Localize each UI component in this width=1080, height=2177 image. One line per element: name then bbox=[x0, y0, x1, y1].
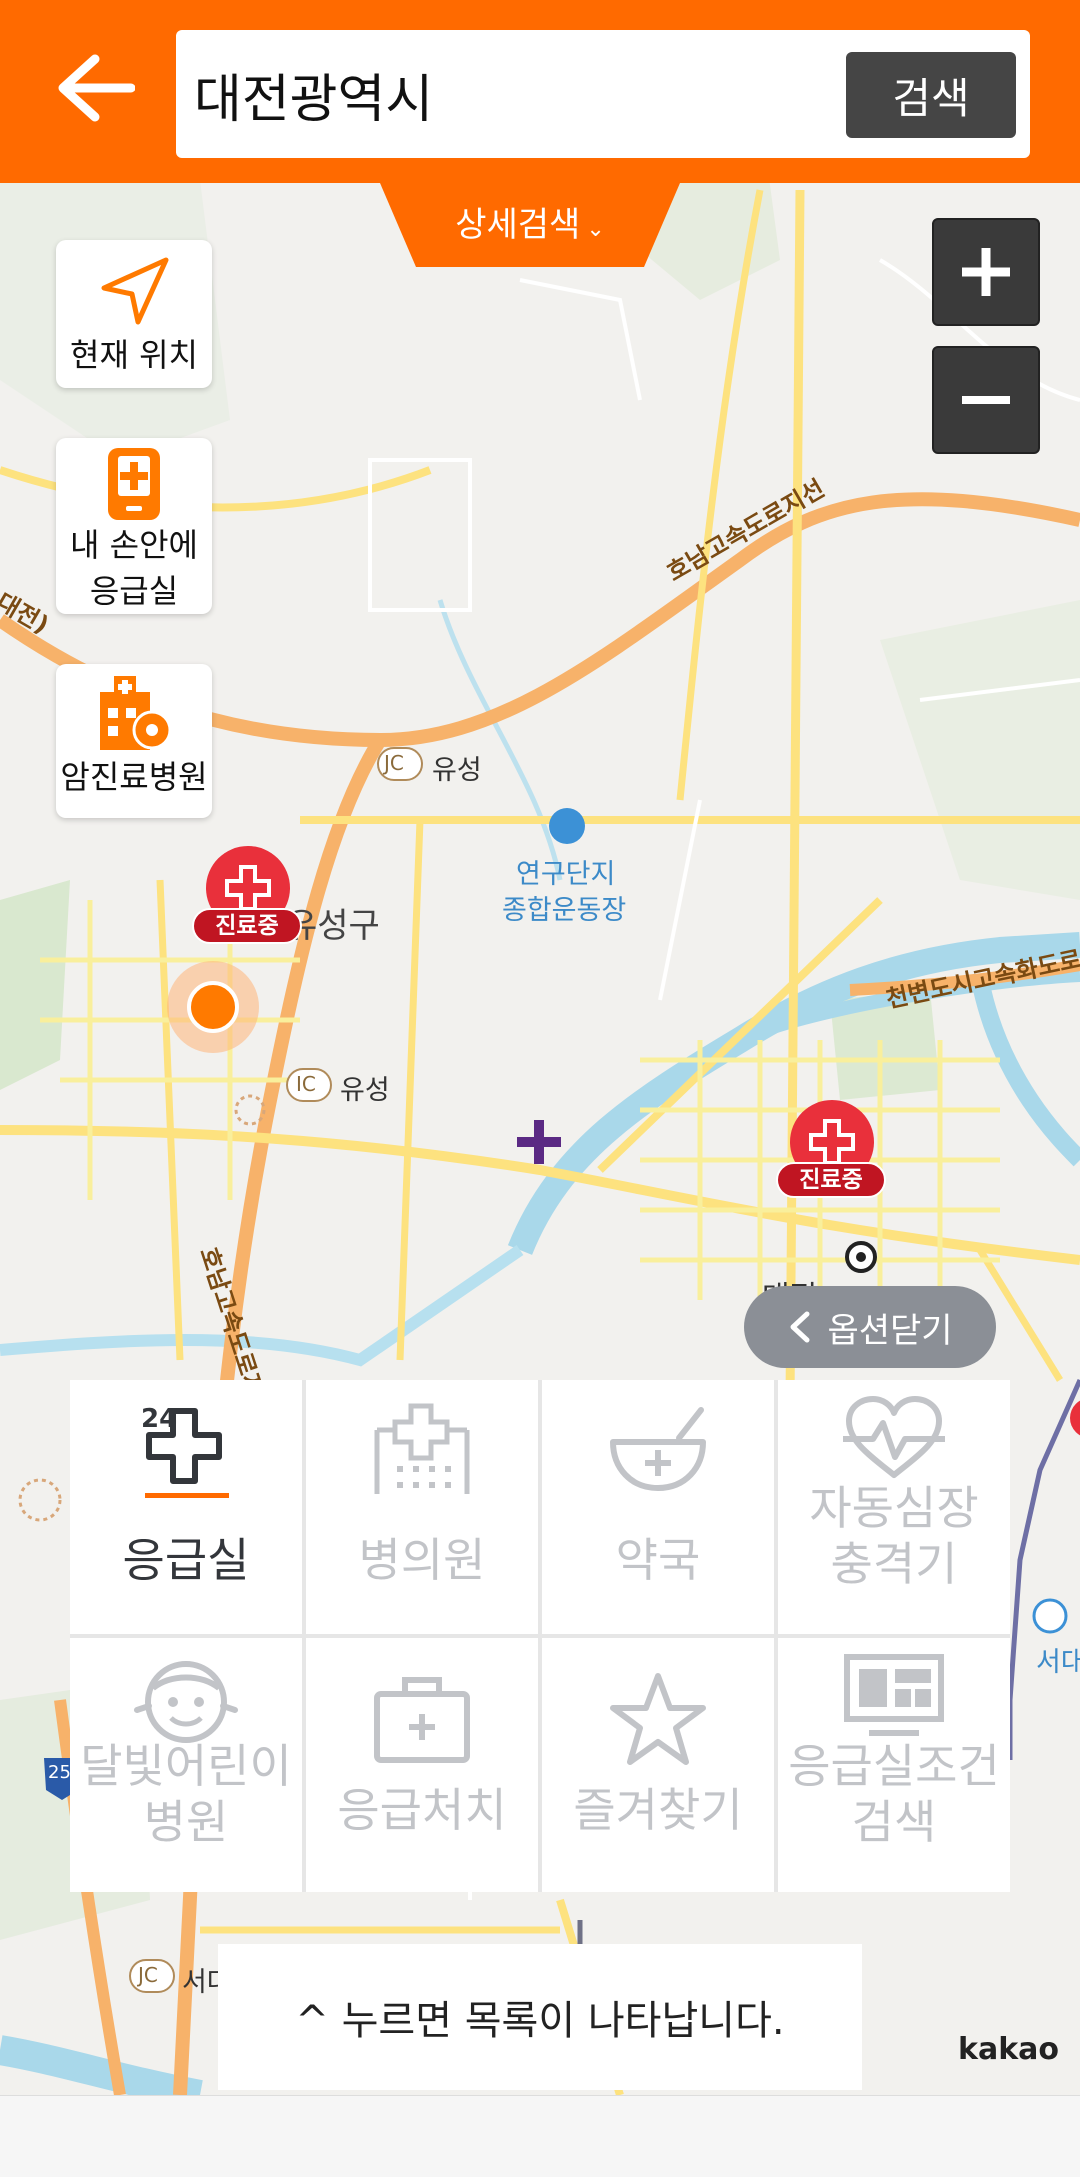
category-pharmacy[interactable]: 약국 bbox=[542, 1380, 774, 1634]
minus-icon bbox=[962, 396, 1010, 404]
detail-search-label-wrap: 상세검색 ⌄ bbox=[380, 197, 680, 246]
er-24-cross-icon: 24 bbox=[70, 1392, 302, 1512]
top-header: 검색 bbox=[0, 0, 1080, 183]
ic-yuseong-label: 유성 bbox=[340, 1075, 390, 1106]
category-label-line-2: 검색 bbox=[851, 1795, 937, 1849]
category-label: 병의원 bbox=[358, 1533, 486, 1587]
hospital-building-icon bbox=[306, 1392, 538, 1512]
er-in-hand-label-1: 내 손안에 bbox=[70, 526, 198, 564]
pharmacy-bowl-icon bbox=[542, 1392, 774, 1512]
zoom-out-button[interactable] bbox=[932, 346, 1040, 454]
search-button[interactable]: 검색 bbox=[846, 52, 1016, 138]
category-label: 즐겨찾기 bbox=[573, 1783, 743, 1837]
west-daejeon-label: 서대전 bbox=[1036, 1647, 1080, 1678]
cancer-hospital-button[interactable]: 암진료병원 bbox=[56, 664, 212, 818]
sports-complex-label-1: 연구단지 bbox=[516, 859, 616, 890]
category-label-line-1: 달빛어린이 bbox=[80, 1739, 292, 1793]
category-label-line-1: 자동심장 bbox=[809, 1481, 979, 1535]
hospital-marker[interactable]: 진료중 bbox=[192, 846, 302, 956]
er-in-hand-button[interactable]: 내 손안에 응급실 bbox=[56, 438, 212, 614]
category-grid: 24 응급실 병의원 약국 자동심장 충격기 달빛어린이 병원 응급처치 즐겨찾… bbox=[70, 1380, 1010, 1892]
category-favorites[interactable]: 즐겨찾기 bbox=[542, 1638, 774, 1892]
jc-badge-bottom-label: JC bbox=[138, 1963, 158, 1987]
options-close-button[interactable]: 옵션닫기 bbox=[744, 1286, 996, 1368]
cancer-hospital-label: 암진료병원 bbox=[60, 758, 208, 796]
current-location-button[interactable]: 현재 위치 bbox=[56, 240, 212, 388]
plus-icon bbox=[962, 248, 1010, 296]
category-aed[interactable]: 자동심장 충격기 bbox=[778, 1380, 1010, 1634]
first-aid-kit-icon bbox=[306, 1660, 538, 1780]
show-list-hint-button[interactable]: ^ 누르면 목록이 나타납니다. bbox=[218, 1944, 862, 2090]
navigation-arrow-icon bbox=[101, 257, 169, 325]
category-er-condition-search[interactable]: 응급실조건 검색 bbox=[778, 1638, 1010, 1892]
search-box: 검색 bbox=[176, 30, 1030, 158]
star-icon bbox=[542, 1660, 774, 1780]
category-label-line-1: 응급실조건 bbox=[788, 1739, 1000, 1793]
chevron-down-icon: ⌄ bbox=[586, 217, 605, 242]
marker-status-badge: 진료중 bbox=[776, 1162, 886, 1198]
cancer-hospital-icon bbox=[100, 676, 172, 750]
current-location-label: 현재 위치 bbox=[70, 336, 198, 374]
highway-25-label: 25 bbox=[48, 1762, 71, 1783]
kakao-map-attribution: kakao bbox=[958, 2032, 1060, 2067]
detail-search-label: 상세검색 bbox=[455, 205, 581, 245]
jc-yuseong-label: 유성 bbox=[432, 755, 482, 786]
category-hospital[interactable]: 병의원 bbox=[306, 1380, 538, 1634]
category-label: 약국 bbox=[615, 1533, 701, 1587]
er-in-hand-label-2: 응급실 bbox=[89, 572, 179, 610]
category-emergency-room[interactable]: 24 응급실 bbox=[70, 1380, 302, 1634]
detail-search-tab[interactable]: 상세검색 ⌄ bbox=[380, 183, 680, 267]
options-close-label: 옵션닫기 bbox=[827, 1310, 953, 1351]
category-label: 응급실 bbox=[122, 1533, 250, 1587]
phone-medical-icon bbox=[108, 448, 160, 520]
bottom-bar bbox=[0, 2095, 1080, 2177]
category-first-aid[interactable]: 응급처치 bbox=[306, 1638, 538, 1892]
search-input[interactable] bbox=[194, 50, 794, 138]
back-button[interactable] bbox=[40, 38, 150, 138]
category-moonlight-children-hospital[interactable]: 달빛어린이 병원 bbox=[70, 1638, 302, 1892]
category-label-line-2: 병원 bbox=[143, 1795, 229, 1849]
chevron-left-icon bbox=[790, 1311, 810, 1343]
ic-badge-label: IC bbox=[296, 1072, 316, 1096]
hospital-marker[interactable]: 진료중 bbox=[776, 1100, 886, 1210]
jc-badge-label: JC bbox=[384, 751, 404, 775]
category-label: 응급처치 bbox=[337, 1783, 507, 1837]
sports-complex-label-2: 종합운동장 bbox=[502, 895, 627, 926]
marker-status-badge: 진료중 bbox=[192, 908, 302, 944]
arrow-left-icon bbox=[58, 54, 135, 122]
zoom-in-button[interactable] bbox=[932, 218, 1040, 326]
category-label-line-2: 충격기 bbox=[830, 1537, 958, 1591]
